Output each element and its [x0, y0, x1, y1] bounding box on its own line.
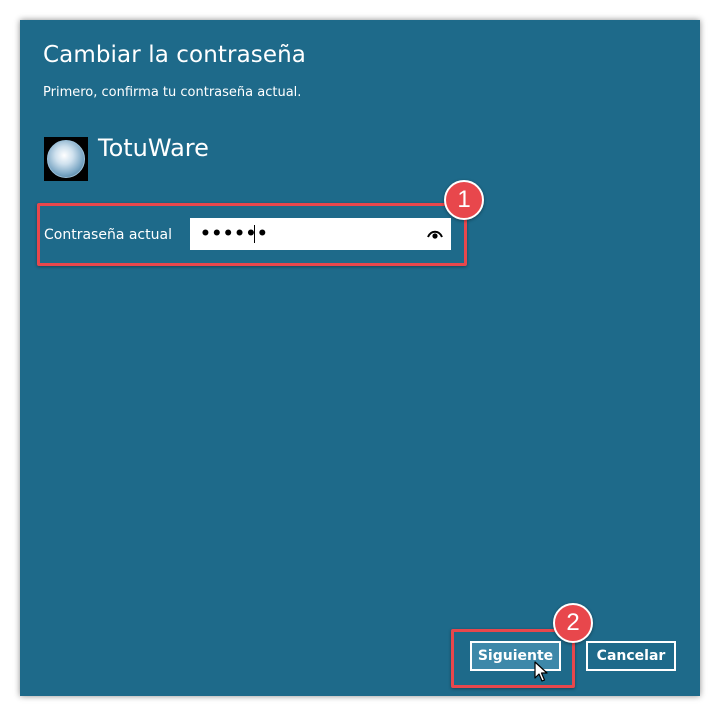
user-row: TotuWare	[44, 134, 209, 181]
step-badge-2: 2	[553, 603, 593, 643]
highlight-box-password	[37, 203, 467, 266]
user-avatar-icon	[44, 137, 88, 181]
dialog-title: Cambiar la contraseña	[43, 42, 306, 68]
step-badge-1: 1	[444, 180, 484, 220]
user-name: TotuWare	[98, 134, 209, 162]
highlight-box-next	[451, 629, 575, 688]
dialog-subtitle: Primero, confirma tu contraseña actual.	[43, 85, 302, 100]
change-password-dialog: Cambiar la contraseña Primero, confirma …	[20, 20, 700, 696]
mouse-cursor-icon	[534, 661, 548, 682]
cancel-button[interactable]: Cancelar	[586, 641, 676, 671]
